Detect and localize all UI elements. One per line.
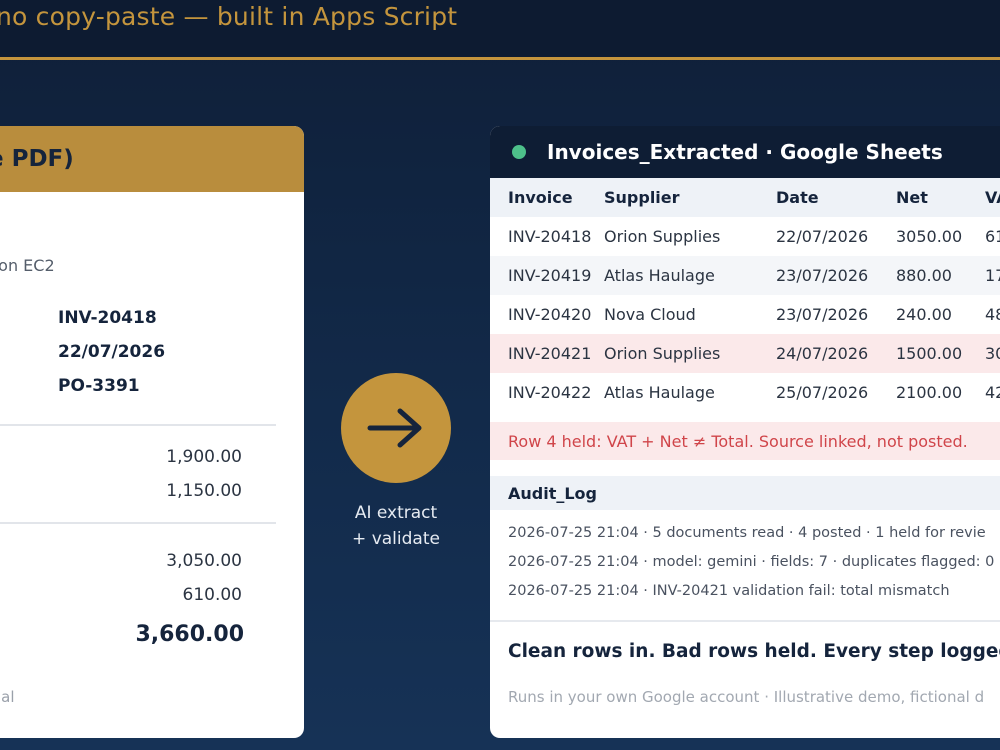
process-caption: AI extract + validate <box>316 500 476 552</box>
cell-supplier[interactable]: Nova Cloud <box>604 305 696 324</box>
column-header-invoice[interactable]: Invoice <box>508 188 573 207</box>
cell-date[interactable]: 24/07/2026 <box>776 344 868 363</box>
source-card-header: e PDF) <box>0 126 304 192</box>
headline: no copy-paste — built in Apps Script <box>0 2 458 31</box>
column-header-date[interactable]: Date <box>776 188 819 207</box>
cell-date[interactable]: 22/07/2026 <box>776 227 868 246</box>
cell-invoice[interactable]: INV-20418 <box>508 227 591 246</box>
line-item-amount: 1,150.00 <box>166 481 242 501</box>
cell-date[interactable]: 23/07/2026 <box>776 305 868 324</box>
table-row[interactable]: INV-20422 Atlas Haulage 25/07/2026 2100.… <box>490 373 1000 412</box>
cell-supplier[interactable]: Atlas Haulage <box>604 383 715 402</box>
cell-invoice[interactable]: INV-20421 <box>508 344 591 363</box>
process-arrow <box>341 373 451 483</box>
table-row-flagged[interactable]: INV-20421 Orion Supplies 24/07/2026 1500… <box>490 334 1000 373</box>
sheet-footnote: Runs in your own Google account · Illust… <box>508 688 985 706</box>
audit-log-header[interactable]: Audit_Log <box>490 476 1000 510</box>
source-pdf-card: e PDF) l don EC2 INV-20418 22/07/2026 PO… <box>0 126 304 738</box>
cell-vat[interactable]: 30 <box>985 344 1000 363</box>
caption-line: + validate <box>352 529 440 549</box>
cell-supplier[interactable]: Orion Supplies <box>604 344 720 363</box>
sheet-titlebar: Invoices_Extracted · Google Sheets <box>490 126 1000 178</box>
source-card-title: e PDF) <box>0 146 74 172</box>
column-header-supplier[interactable]: Supplier <box>604 188 680 207</box>
caption-line: AI extract <box>354 503 438 523</box>
table-row[interactable]: INV-20420 Nova Cloud 23/07/2026 240.00 4… <box>490 295 1000 334</box>
cell-date[interactable]: 23/07/2026 <box>776 266 868 285</box>
table-header-row: Invoice Supplier Date Net VA <box>490 178 1000 217</box>
cell-net[interactable]: 2100.00 <box>896 383 962 402</box>
invoice-date-value: 22/07/2026 <box>58 342 166 362</box>
column-header-vat[interactable]: VA <box>985 188 1000 207</box>
cell-vat[interactable]: 61 <box>985 227 1000 246</box>
validation-warning: Row 4 held: VAT + Net ≠ Total. Source li… <box>490 422 1000 460</box>
cell-supplier[interactable]: Atlas Haulage <box>604 266 715 285</box>
supplier-address: don EC2 <box>0 256 55 275</box>
cell-net[interactable]: 240.00 <box>896 305 952 324</box>
divider <box>0 522 276 524</box>
divider <box>0 424 276 426</box>
cell-invoice[interactable]: INV-20419 <box>508 266 591 285</box>
audit-log-entry: 2026-07-25 21:04 · 5 documents read · 4 … <box>508 525 986 541</box>
source-footnote: ictional <box>0 688 15 706</box>
audit-log-entry: 2026-07-25 21:04 · model: gemini · field… <box>508 554 995 570</box>
cell-vat[interactable]: 42 <box>985 383 1000 402</box>
cell-vat[interactable]: 48 <box>985 305 1000 324</box>
warning-text: Row 4 held: VAT + Net ≠ Total. Source li… <box>508 431 968 451</box>
cell-date[interactable]: 25/07/2026 <box>776 383 868 402</box>
divider <box>490 620 1000 622</box>
cell-supplier[interactable]: Orion Supplies <box>604 227 720 246</box>
audit-log-entry: 2026-07-25 21:04 · INV-20421 validation … <box>508 583 950 599</box>
cell-net[interactable]: 1500.00 <box>896 344 962 363</box>
cell-invoice[interactable]: INV-20420 <box>508 305 591 324</box>
status-dot <box>512 145 526 159</box>
column-header-net[interactable]: Net <box>896 188 928 207</box>
net-amount: 3,050.00 <box>166 551 242 571</box>
tagline: Clean rows in. Bad rows held. Every step… <box>508 641 1000 662</box>
invoice-number-value: INV-20418 <box>58 308 157 328</box>
cell-vat[interactable]: 17 <box>985 266 1000 285</box>
cell-net[interactable]: 3050.00 <box>896 227 962 246</box>
vat-amount: 610.00 <box>182 585 242 605</box>
cell-invoice[interactable]: INV-20422 <box>508 383 591 402</box>
sheets-card: Invoices_Extracted · Google Sheets Invoi… <box>490 126 1000 738</box>
sheet-title: Invoices_Extracted · Google Sheets <box>547 140 943 164</box>
line-item-amount: 1,900.00 <box>166 447 242 467</box>
cell-net[interactable]: 880.00 <box>896 266 952 285</box>
top-banner: no copy-paste — built in Apps Script <box>0 0 1000 60</box>
po-number-value: PO-3391 <box>58 376 140 396</box>
arrow-right-icon <box>367 408 422 448</box>
audit-log-title: Audit_Log <box>508 483 597 503</box>
table-row[interactable]: INV-20418 Orion Supplies 22/07/2026 3050… <box>490 217 1000 256</box>
total-amount: 3,660.00 <box>135 622 244 647</box>
table-row[interactable]: INV-20419 Atlas Haulage 23/07/2026 880.0… <box>490 256 1000 295</box>
